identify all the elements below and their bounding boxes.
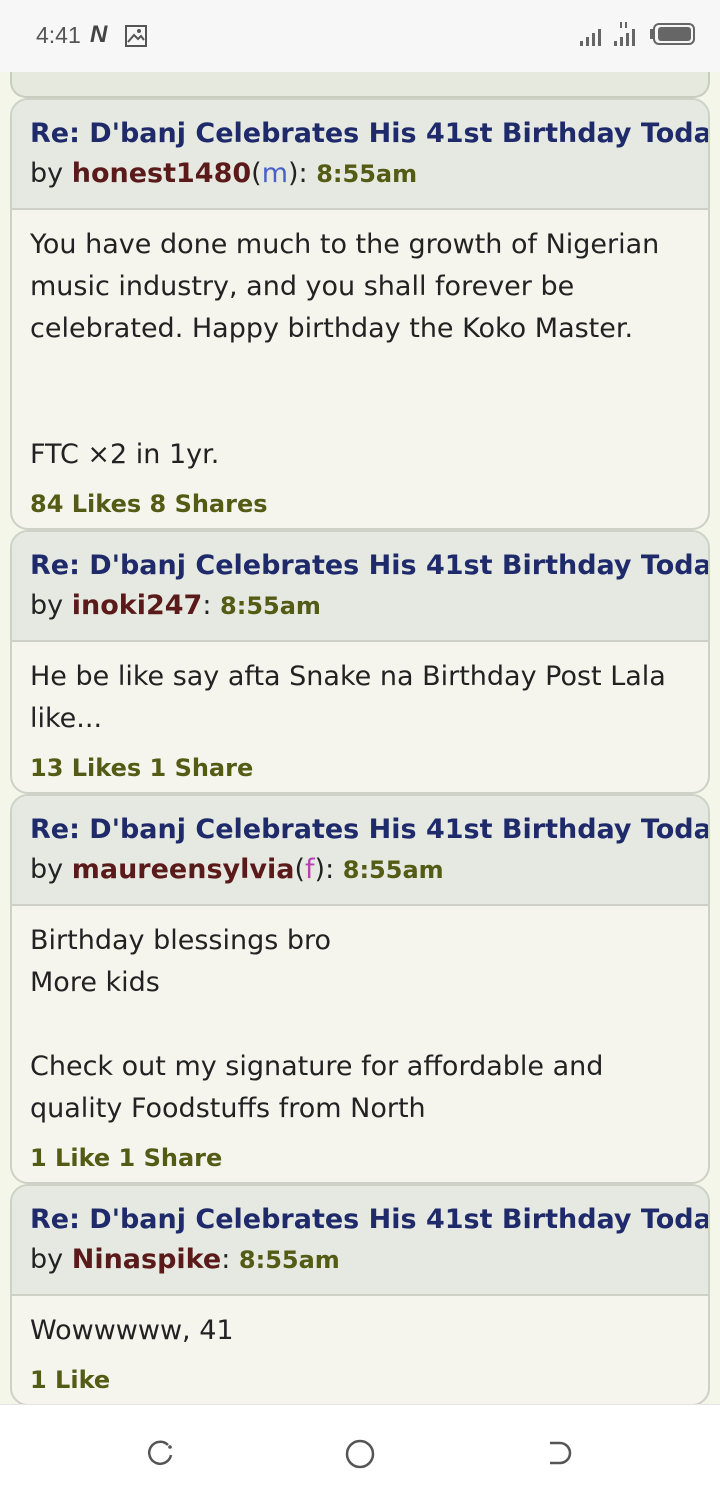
- post-body-line: [30, 1004, 690, 1046]
- back-icon[interactable]: [544, 1437, 576, 1473]
- post-header: Re: D'banj Celebrates His 41st Birthday …: [12, 532, 708, 642]
- post-body-line: music industry, and you shall forever be: [30, 271, 575, 302]
- gender-badge: m: [261, 158, 289, 189]
- by-label: by: [30, 158, 64, 189]
- post-body-line: More kids: [30, 967, 160, 998]
- post-body-line: like...: [30, 703, 103, 734]
- likes-shares[interactable]: 13 Likes 1 Share: [12, 750, 708, 792]
- likes-shares[interactable]: 84 Likes 8 Shares: [12, 486, 708, 528]
- recent-apps-icon[interactable]: [144, 1437, 176, 1473]
- post-body-line: quality Foodstuffs from North: [30, 1093, 426, 1124]
- post-title[interactable]: Re: D'banj Celebrates His 41st Birthday …: [30, 114, 708, 154]
- post-body-line: Birthday blessings bro: [30, 925, 332, 956]
- by-label: by: [30, 590, 64, 621]
- post-time: 8:55am: [238, 1246, 340, 1274]
- signal-icon-2: [614, 22, 642, 50]
- signal-icon: [580, 26, 606, 50]
- navigation-bar: [0, 1404, 720, 1500]
- post-body-line: [30, 392, 690, 434]
- post-byline: by Ninaspike: 8:55am: [30, 1244, 340, 1275]
- status-bar: 4:41 N: [0, 0, 720, 72]
- post-header: Re: D'banj Celebrates His 41st Birthday …: [12, 100, 708, 210]
- post: Re: D'banj Celebrates His 41st Birthday …: [10, 794, 710, 1184]
- post-byline: by honest1480(m): 8:55am: [30, 158, 418, 189]
- previous-post-stub: [10, 72, 710, 98]
- home-icon[interactable]: [343, 1437, 377, 1475]
- post-time: 8:55am: [220, 592, 321, 620]
- post-body: Birthday blessings bro More kids Check o…: [12, 906, 708, 1140]
- post-body: You have done much to the growth of Nige…: [12, 210, 708, 486]
- post-time: 8:55am: [316, 160, 418, 188]
- notification-n-icon: N: [90, 21, 108, 48]
- likes-shares[interactable]: 1 Like 1 Share: [12, 1140, 708, 1182]
- gender-badge: f: [305, 854, 315, 885]
- post-header: Re: D'banj Celebrates His 41st Birthday …: [12, 1186, 708, 1296]
- post-body-line: Wowwwww, 41: [30, 1315, 234, 1346]
- post-body-line: FTC ×2 in 1yr.: [30, 439, 220, 470]
- post-title[interactable]: Re: D'banj Celebrates His 41st Birthday …: [30, 810, 708, 850]
- post-title[interactable]: Re: D'banj Celebrates His 41st Birthday …: [30, 1200, 708, 1240]
- post-byline: by maureensylvia(f): 8:55am: [30, 854, 444, 885]
- post-byline: by inoki247: 8:55am: [30, 590, 321, 621]
- likes-shares[interactable]: 1 Like: [12, 1362, 708, 1404]
- username-link[interactable]: honest1480: [72, 158, 251, 189]
- by-label: by: [30, 1244, 64, 1275]
- post: Re: D'banj Celebrates His 41st Birthday …: [10, 1184, 710, 1404]
- post: Re: D'banj Celebrates His 41st Birthday …: [10, 98, 710, 530]
- post-body-line: Check out my signature for affordable an…: [30, 1051, 604, 1082]
- username-link[interactable]: Ninaspike: [72, 1244, 222, 1275]
- by-label: by: [30, 854, 64, 885]
- post-body-line: [30, 350, 690, 392]
- image-icon: [124, 24, 148, 52]
- post-body-line: celebrated. Happy birthday the Koko Mast…: [30, 313, 634, 344]
- post-body-line: He be like say afta Snake na Birthday Po…: [30, 661, 666, 692]
- post-body: He be like say afta Snake na Birthday Po…: [12, 642, 708, 750]
- post-title[interactable]: Re: D'banj Celebrates His 41st Birthday …: [30, 546, 708, 586]
- post-time: 8:55am: [342, 856, 444, 884]
- post: Re: D'banj Celebrates His 41st Birthday …: [10, 530, 710, 794]
- username-link[interactable]: maureensylvia: [72, 854, 295, 885]
- post-header: Re: D'banj Celebrates His 41st Birthday …: [12, 796, 708, 906]
- username-link[interactable]: inoki247: [72, 590, 203, 621]
- battery-icon: [650, 22, 696, 50]
- post-body: Wowwwww, 41: [12, 1296, 708, 1362]
- thread-content[interactable]: Re: D'banj Celebrates His 41st Birthday …: [0, 72, 720, 1404]
- status-time: 4:41: [36, 22, 81, 48]
- post-body-line: You have done much to the growth of Nige…: [30, 229, 660, 260]
